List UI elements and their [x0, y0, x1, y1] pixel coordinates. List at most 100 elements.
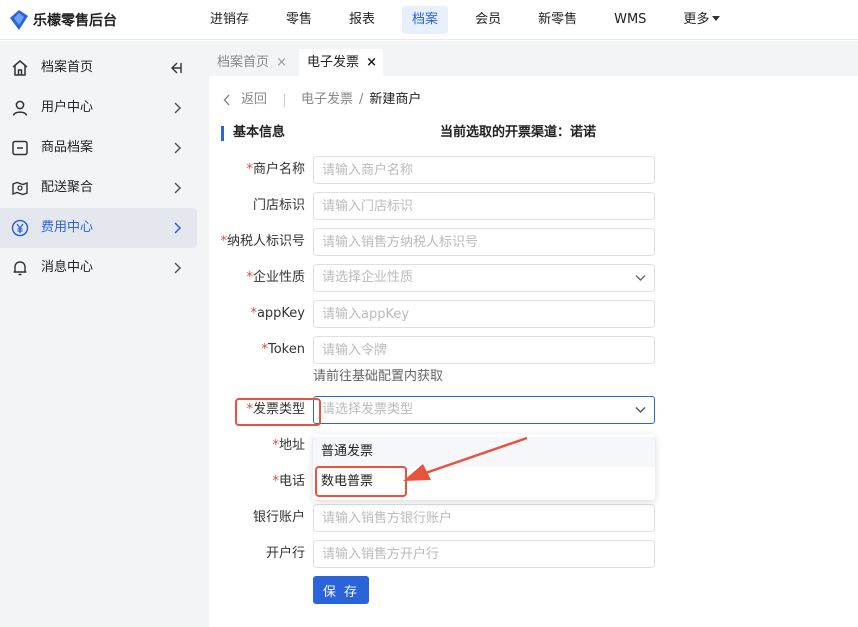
nav-item-inventory[interactable]: 进销存 — [200, 6, 259, 34]
product-icon — [12, 140, 28, 156]
company-type-row: *企业性质 请选择企业性质 — [209, 264, 858, 292]
nav-item-archives[interactable]: 档案 — [402, 6, 449, 34]
token-row: *Token — [209, 336, 858, 364]
token-label: *Token — [262, 336, 306, 364]
sidebar: 档案首页 用户中心 商品档案 配送聚合 费用中心 消息中心 — [0, 41, 209, 627]
chevron-right-icon — [174, 182, 182, 194]
app-title: 乐檬零售后台 — [33, 13, 117, 29]
address-label: *地址 — [272, 432, 305, 460]
annotation-label-highlight — [235, 398, 321, 426]
app-key-input[interactable] — [313, 300, 655, 328]
chevron-right-icon — [174, 142, 182, 154]
tax-id-label: *纳税人标识号 — [220, 228, 305, 256]
field-label-text: 企业性质 — [252, 270, 305, 285]
field-label-text: appKey — [256, 306, 305, 321]
merchant-name-label: *商户名称 — [246, 156, 305, 184]
bank-name-label: 开户行 — [265, 546, 305, 561]
app-logo[interactable]: 乐檬零售后台 — [10, 9, 117, 31]
sidebar-item-product-archive[interactable]: 商品档案 — [0, 128, 197, 168]
sidebar-item-label: 商品档案 — [41, 140, 94, 155]
sidebar-item-expense-center[interactable]: 费用中心 — [0, 208, 197, 248]
breadcrumb-separator: / — [359, 92, 364, 107]
app-key-label: *appKey — [250, 300, 305, 328]
bank-account-label: 银行账户 — [252, 510, 305, 525]
section-title: 基本信息 — [233, 125, 286, 140]
field-label-text: 纳税人标识号 — [226, 234, 305, 249]
breadcrumb-current: 新建商户 — [369, 92, 422, 107]
sidebar-item-archive-home[interactable]: 档案首页 — [0, 48, 197, 88]
chevron-left-icon[interactable] — [223, 94, 231, 106]
token-input[interactable] — [313, 336, 655, 364]
phone-label: *电话 — [272, 468, 305, 496]
home-icon — [12, 60, 28, 76]
dropdown-option-regular-invoice[interactable]: 普通发票 — [313, 437, 655, 467]
close-icon[interactable]: × — [276, 49, 287, 76]
nav-item-retail[interactable]: 零售 — [276, 6, 322, 34]
bank-name-row: 开户行 — [209, 540, 858, 568]
sidebar-item-label: 费用中心 — [41, 220, 94, 235]
nav-item-more[interactable]: 更多 — [673, 6, 730, 34]
bank-account-row: 银行账户 — [209, 504, 858, 532]
chevron-down-icon — [635, 275, 646, 281]
bank-account-input[interactable] — [313, 504, 655, 532]
breadcrumb: 返回 电子发票 / 新建商户 — [223, 90, 421, 110]
tab-label: 电子发票 — [307, 55, 360, 70]
app-key-row: *appKey — [209, 300, 858, 328]
bell-icon — [13, 261, 27, 276]
field-label-text: Token — [268, 342, 305, 357]
field-label-text: 商户名称 — [252, 162, 305, 177]
store-id-input[interactable] — [313, 192, 655, 220]
nav-item-wms[interactable]: WMS — [604, 6, 656, 34]
close-icon[interactable]: × — [366, 49, 377, 76]
chevron-right-icon — [174, 262, 182, 274]
yen-icon — [11, 219, 29, 237]
top-bar: 乐檬零售后台 进销存 零售 报表 档案 会员 新零售 WMS 更多 — [0, 0, 858, 40]
sidebar-item-message-center[interactable]: 消息中心 — [0, 248, 197, 288]
merchant-name-input[interactable] — [313, 156, 655, 184]
chevron-right-icon — [174, 102, 182, 114]
main-content: 返回 电子发票 / 新建商户 基本信息 当前选取的开票渠道：诺诺 *商户名称 门… — [209, 76, 858, 627]
back-link[interactable]: 返回 — [241, 90, 267, 110]
field-label-text: 电话 — [278, 474, 305, 489]
bank-name-input[interactable] — [313, 540, 655, 568]
delivery-icon — [12, 181, 28, 196]
chevron-right-icon — [174, 222, 182, 234]
tab-label: 档案首页 — [217, 55, 270, 70]
save-button[interactable]: 保 存 — [313, 576, 369, 604]
tab-archive-home[interactable]: 档案首页 × — [209, 49, 293, 76]
sidebar-item-label: 档案首页 — [41, 60, 94, 75]
breadcrumb-divider — [284, 93, 286, 107]
sidebar-item-delivery[interactable]: 配送聚合 — [0, 168, 197, 208]
tax-id-input[interactable] — [313, 228, 655, 256]
sidebar-item-label: 配送聚合 — [41, 180, 94, 195]
sidebar-item-user-center[interactable]: 用户中心 — [0, 88, 197, 128]
annotation-option-highlight — [315, 466, 407, 497]
section-marker — [221, 126, 224, 141]
store-id-label: 门店标识 — [252, 198, 305, 213]
collapse-sidebar-icon[interactable] — [170, 61, 182, 75]
top-nav: 进销存 零售 报表 档案 会员 新零售 WMS 更多 — [200, 6, 747, 34]
field-label-text: 地址 — [278, 438, 305, 453]
nav-item-members[interactable]: 会员 — [465, 6, 511, 34]
select-placeholder: 请选择发票类型 — [322, 402, 414, 417]
token-hint: 请前往基础配置内获取 — [313, 369, 444, 384]
merchant-name-row: *商户名称 — [209, 156, 858, 184]
company-type-label: *企业性质 — [246, 264, 305, 292]
store-id-row: 门店标识 — [209, 192, 858, 220]
user-icon — [12, 100, 28, 116]
invoice-channel-info: 当前选取的开票渠道：诺诺 — [440, 125, 597, 140]
chevron-down-icon — [635, 407, 646, 413]
invoice-type-select[interactable]: 请选择发票类型 — [313, 396, 655, 424]
nav-more-label: 更多 — [683, 12, 710, 27]
nav-item-reports[interactable]: 报表 — [339, 6, 385, 34]
logo-icon — [10, 10, 28, 30]
tab-bar: 档案首页 × 电子发票 × — [209, 41, 858, 76]
sidebar-item-label: 消息中心 — [41, 260, 94, 275]
caret-down-icon — [712, 16, 721, 21]
tab-e-invoice[interactable]: 电子发票 × — [299, 49, 383, 76]
sidebar-item-label: 用户中心 — [41, 100, 94, 115]
company-type-select[interactable]: 请选择企业性质 — [313, 264, 655, 292]
nav-item-new-retail[interactable]: 新零售 — [528, 6, 587, 34]
select-placeholder: 请选择企业性质 — [322, 270, 414, 285]
breadcrumb-parent[interactable]: 电子发票 — [301, 90, 353, 110]
